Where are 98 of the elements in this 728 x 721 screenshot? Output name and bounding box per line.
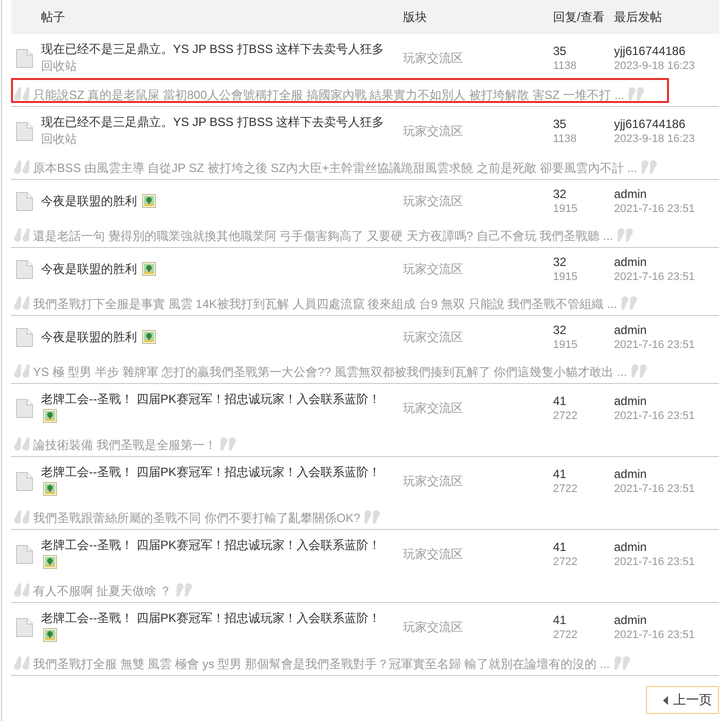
quote-close-icon (621, 296, 638, 310)
reply-count: 41 (553, 540, 566, 554)
excerpt-text: 我們圣戰打全服 無雙 風雲 極會 ys 型男 那個幫會是我們圣戰對手？冠軍實至名歸 輸了就別在論壇有的沒的 ... (33, 656, 610, 672)
forum-label-link[interactable]: 回收站 (41, 59, 77, 73)
quote-close-icon (631, 364, 648, 378)
reply-count: 41 (553, 612, 566, 626)
reply-count: 35 (553, 116, 566, 130)
thread-title-link[interactable]: 老牌工会--圣戰！ 四届PK赛冠军！招忠诚玩家！入会联系蓝阶！ (41, 538, 380, 552)
document-icon (16, 260, 33, 279)
excerpt-text: 論技術裝備 我們圣戰是全服第一！ (33, 437, 216, 453)
last-poster-link[interactable]: yjj616744186 (614, 116, 686, 130)
column-header: 帖子 (41, 10, 65, 24)
reply-count: 32 (553, 187, 566, 201)
quote-close-icon (614, 656, 630, 670)
last-post-time[interactable]: 2021-7-16 23:51 (614, 271, 695, 283)
quote-open-icon (14, 437, 30, 451)
column-header: 版块 (403, 10, 427, 24)
thread-title-link[interactable]: 老牌工会--圣戰！ 四届PK赛冠军！招忠诚玩家！入会联系蓝阶！ (41, 392, 380, 406)
quote-open-icon (14, 364, 30, 378)
quote-close-icon (641, 160, 658, 174)
quote-close-icon (176, 583, 192, 597)
last-post-time[interactable]: 2021-7-16 23:51 (614, 482, 695, 494)
last-poster-link[interactable]: admin (614, 394, 647, 408)
forum-link[interactable]: 玩家交流区 (403, 50, 463, 64)
view-count: 1138 (553, 60, 577, 72)
reply-count: 32 (553, 323, 566, 337)
quote-open-icon (14, 160, 30, 174)
forum-link[interactable]: 玩家交流区 (403, 546, 463, 560)
quote-open-icon (14, 510, 30, 524)
forum-link[interactable]: 玩家交流区 (403, 620, 463, 634)
caret-left-icon (663, 696, 668, 704)
document-icon (16, 398, 33, 418)
last-post-time[interactable]: 2023-9-18 16:23 (614, 132, 695, 144)
last-poster-link[interactable]: admin (614, 612, 647, 626)
last-post-time[interactable]: 2023-9-18 16:23 (614, 60, 695, 72)
forum-link[interactable]: 玩家交流区 (403, 262, 463, 276)
quote-close-icon (220, 437, 236, 451)
prev-page-button[interactable]: 上一页 (646, 686, 719, 714)
thread-title-link[interactable]: 老牌工会--圣戰！ 四届PK赛冠军！招忠诚玩家！入会联系蓝阶！ (41, 611, 380, 625)
quote-open-icon (14, 583, 30, 597)
forum-link[interactable]: 玩家交流区 (403, 194, 463, 208)
view-count: 2722 (553, 482, 578, 494)
last-post-time[interactable]: 2021-7-16 23:51 (614, 556, 695, 568)
last-poster-link[interactable]: yjj616744186 (614, 44, 686, 58)
last-poster-link[interactable]: admin (614, 466, 647, 480)
quote-close-icon (364, 510, 380, 524)
thread-title-link[interactable]: 今夜是联盟的胜利 (41, 330, 137, 344)
reply-count: 41 (553, 394, 566, 408)
view-count: 1915 (553, 339, 578, 351)
quote-open-icon (14, 228, 30, 242)
column-header: 回复/查看 (553, 10, 604, 24)
document-icon (16, 122, 33, 140)
document-icon (16, 192, 33, 211)
excerpt-text: 有人不服啊 扯夏天做啥 ？ (33, 583, 172, 599)
excerpt-text: 我們圣戰打下全服是事實 風雲 14K被我打到瓦解 人員四處流竄 後來組成 台9 無双 只能說 我們圣戰不管組織 ... (33, 296, 618, 312)
forum-link[interactable]: 玩家交流区 (403, 330, 463, 344)
last-post-time[interactable]: 2021-7-16 23:51 (614, 339, 695, 351)
quote-open-icon (14, 296, 30, 310)
document-icon (16, 544, 33, 564)
reply-count: 41 (553, 466, 566, 480)
excerpt-text: 還是老話一句 覺得別的職業強就換其他職業阿 弓手傷害夠高了 又要硬 天方夜譚嗎? 自己不會玩 我們圣戰聽 ... (33, 228, 614, 244)
excerpt-text: 我們圣戰跟蕾絲所屬的圣戰不同 你們不要打輸了亂攀關係OK? (33, 510, 360, 526)
forum-link[interactable]: 玩家交流区 (403, 474, 463, 488)
last-post-time[interactable]: 2021-7-16 23:51 (614, 203, 695, 215)
column-header: 最后发帖 (614, 10, 662, 24)
thread-title-link[interactable]: 今夜是联盟的胜利 (41, 194, 137, 208)
quote-close-icon (617, 228, 634, 242)
thread-title-link[interactable]: 今夜是联盟的胜利 (41, 262, 137, 276)
view-count: 2722 (553, 628, 578, 640)
last-post-time[interactable]: 2021-7-16 23:51 (614, 410, 695, 422)
quote-open-icon (14, 656, 30, 670)
excerpt-text: 原本BSS 由風雲主導 自從JP SZ 被打垮之後 SZ內大臣+主幹雷丝協議跪甜風雲求饒 之前是死敵 卻要風雲內不計 ... (33, 160, 638, 176)
document-icon (16, 618, 33, 636)
excerpt-text: YS 極 型男 半步 雜牌軍 怎打的贏我們圣戰第一大公會?? 風雲無双都被我們揍到瓦解了 你們這幾隻小貓才敢出 ... (33, 364, 628, 380)
last-poster-link[interactable]: admin (614, 540, 647, 554)
last-poster-link[interactable]: admin (614, 323, 647, 337)
reply-count: 32 (553, 255, 566, 269)
last-poster-link[interactable]: admin (614, 187, 647, 201)
reply-count: 35 (553, 44, 566, 58)
forum-label-link[interactable]: 回收站 (41, 132, 77, 146)
document-icon (16, 48, 33, 68)
view-count: 1138 (553, 132, 577, 144)
view-count: 1915 (553, 203, 578, 215)
view-count: 2722 (553, 410, 578, 422)
excerpt-text: 只能說SZ 真的是老鼠屎 當初800人公會號稱打全服 搞國家內戰 結果實力不如別人 被打垮解散 害SZ 一堆不打 ... (33, 87, 624, 103)
forum-link[interactable]: 玩家交流区 (403, 400, 463, 414)
view-count: 1915 (553, 271, 578, 283)
forum-link[interactable]: 玩家交流区 (403, 124, 463, 138)
view-count: 2722 (553, 556, 578, 568)
document-icon (16, 328, 33, 347)
quote-close-icon (628, 87, 644, 101)
thread-title-link[interactable]: 老牌工会--圣戰！ 四届PK赛冠军！招忠诚玩家！入会联系蓝阶！ (41, 465, 380, 479)
document-icon (16, 472, 33, 490)
thread-title-link[interactable]: 现在已经不是三足鼎立。YS JP BSS 打BSS 这样下去卖号人狂多 (41, 115, 384, 129)
quote-open-icon (14, 87, 30, 101)
thread-title-link[interactable]: 现在已经不是三足鼎立。YS JP BSS 打BSS 这样下去卖号人狂多 (41, 42, 384, 56)
last-post-time[interactable]: 2021-7-16 23:51 (614, 628, 695, 640)
last-poster-link[interactable]: admin (614, 255, 647, 269)
